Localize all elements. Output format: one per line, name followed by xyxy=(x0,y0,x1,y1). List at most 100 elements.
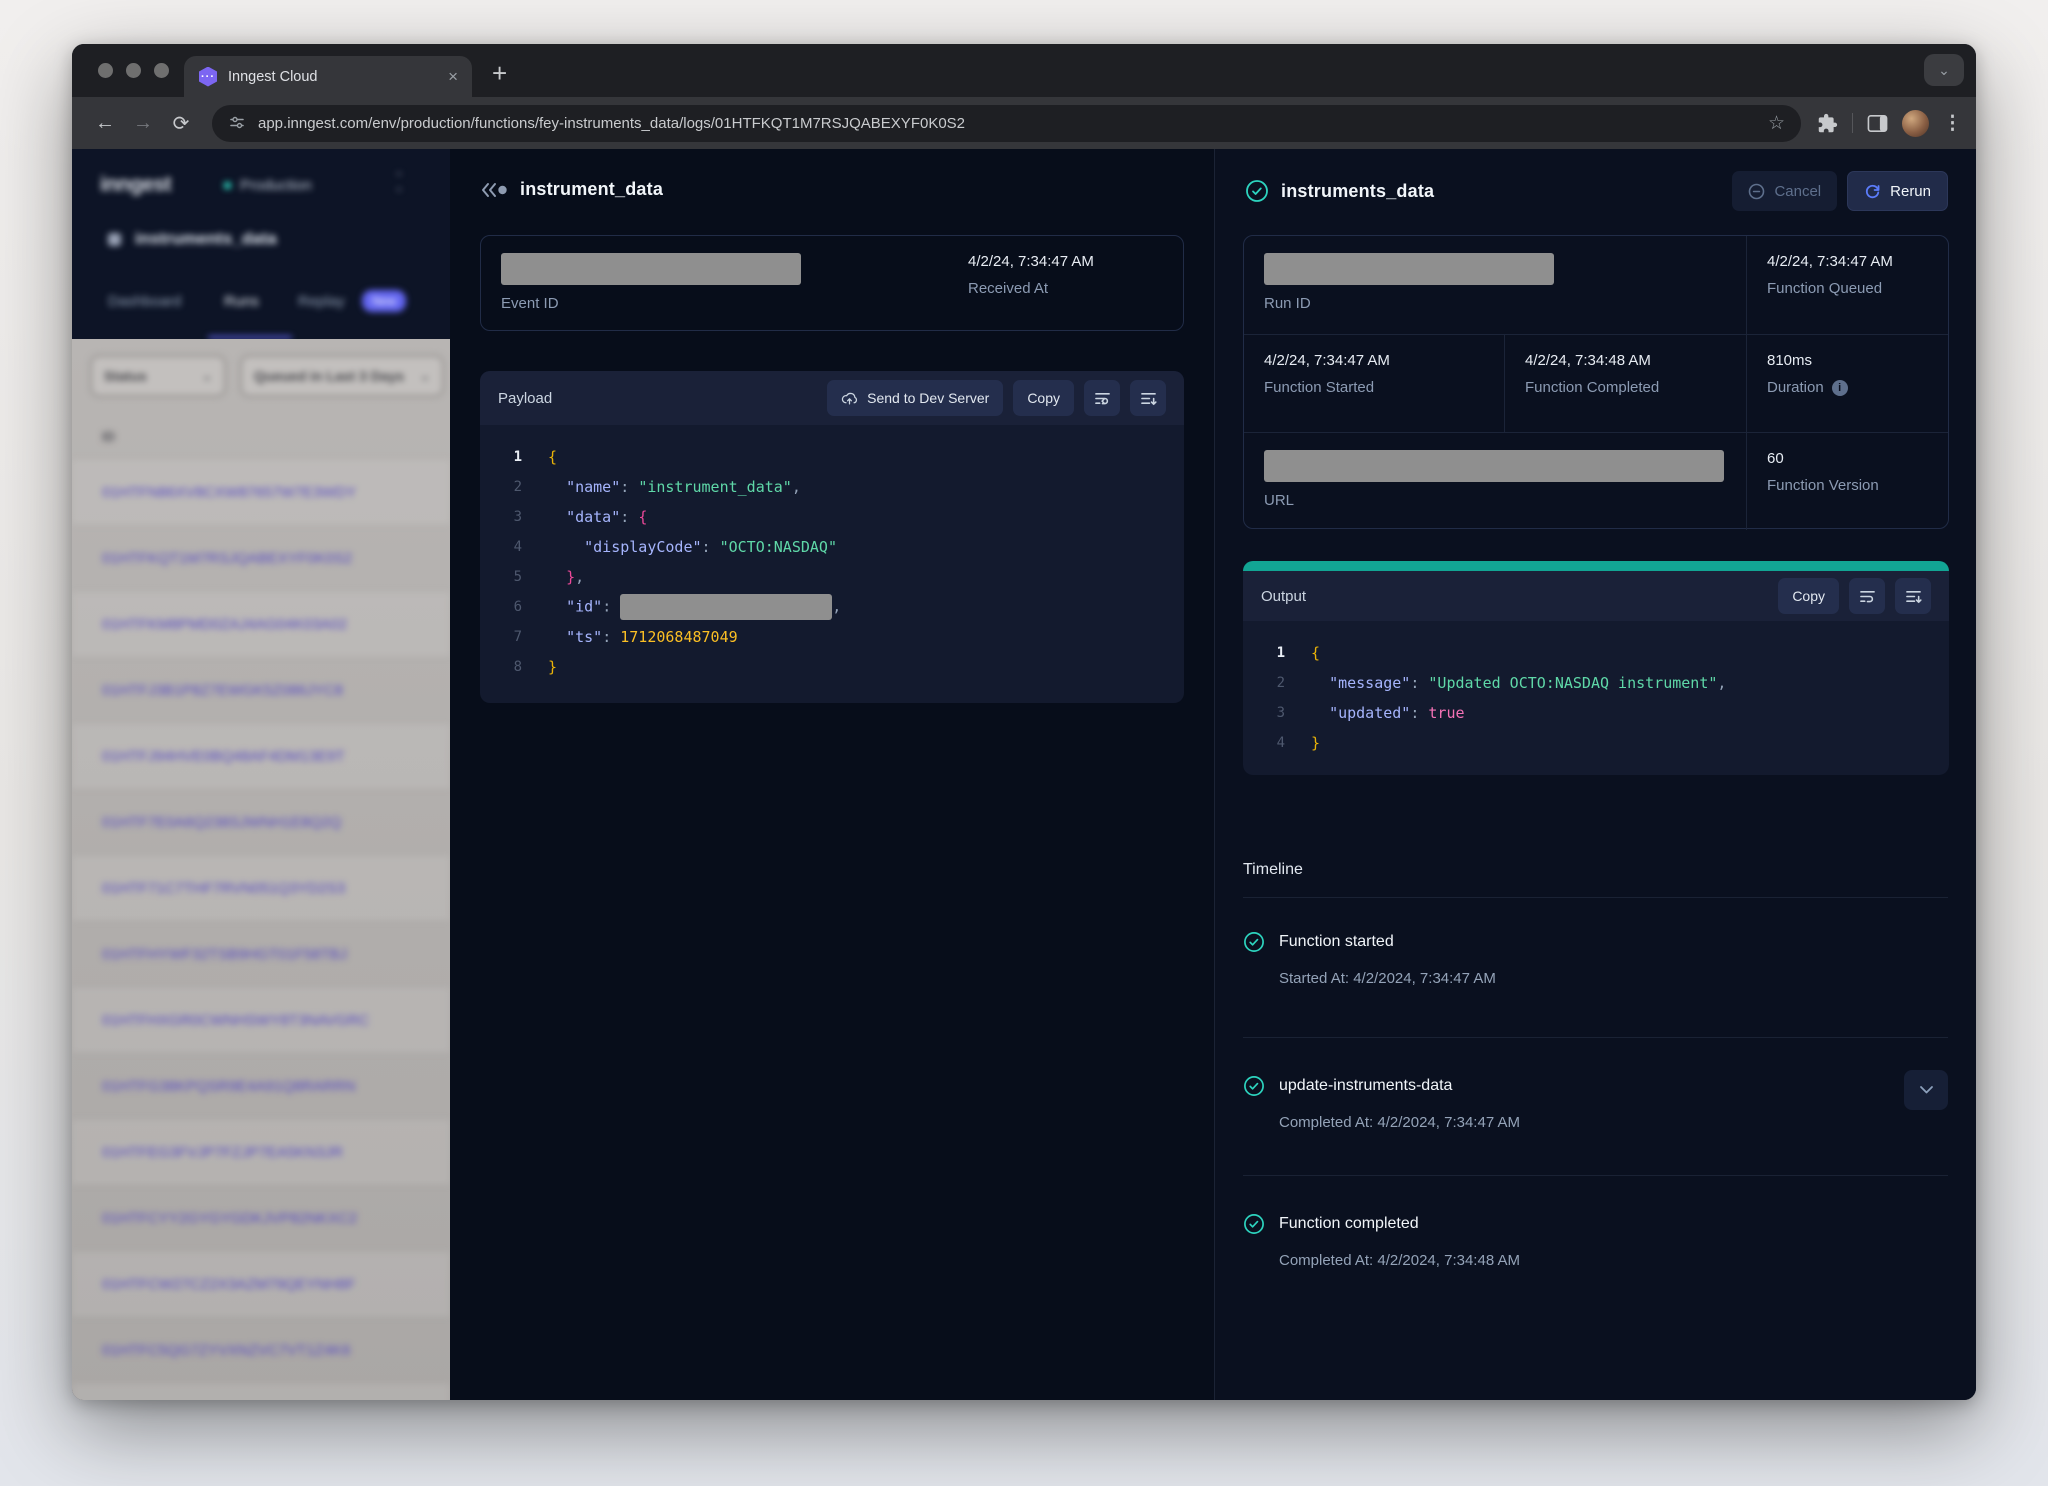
code-token: 1712068487049 xyxy=(620,628,737,646)
browser-tab-strip: ··· Inngest Cloud × + ⌄ xyxy=(72,44,1976,97)
window-traffic-lights[interactable] xyxy=(98,63,169,78)
run-id-list-item[interactable]: 01HTF71C7THF7RVN051Q3YD2S3 xyxy=(72,855,450,921)
run-id-list-item[interactable]: 01HTFJ3B1P8Z7EWGK5Z086JYC8 xyxy=(72,657,450,723)
code-line: 2 "message": "Updated OCTO:NASDAQ instru… xyxy=(1261,668,1931,698)
run-id-list-item[interactable]: 01HTFKM8PMD0ZAJ4AG04K03A02 xyxy=(72,591,450,657)
output-code-block[interactable]: 1{2 "message": "Updated OCTO:NASDAQ inst… xyxy=(1243,621,1949,775)
info-icon[interactable]: i xyxy=(1832,380,1848,396)
duration-label: Duration xyxy=(1767,379,1824,396)
payload-panel: Payload Send to Dev Server Copy xyxy=(480,371,1184,703)
timeline-expand-button[interactable] xyxy=(1904,1070,1948,1110)
code-token: { xyxy=(548,448,557,466)
run-info-card: Run ID 4/2/24, 7:34:47 AM Function Queue… xyxy=(1243,235,1949,529)
event-details-panel: instrument_data Event ID 4/2/24, 7:34:47… xyxy=(450,149,1214,1400)
expand-lines-icon-button[interactable] xyxy=(1895,578,1931,614)
code-token: "OCTO:NASDAQ" xyxy=(720,538,837,556)
run-id-list-item[interactable]: 01HTFG38KPQSR9E4A91Q8RARRN xyxy=(72,1053,450,1119)
payload-title: Payload xyxy=(498,390,552,407)
line-number: 6 xyxy=(498,599,522,615)
run-id-list-item[interactable]: 01HTF7E0A6Q238SJWNH1E8Q2Q xyxy=(72,789,450,855)
env-status-dot xyxy=(224,182,231,189)
run-id-list-item[interactable]: 01HTFCR9KAPQP0R8PZK3MQNMX8 xyxy=(72,1383,450,1400)
received-at-value: 4/2/24, 7:34:47 AM xyxy=(968,253,1163,270)
send-to-dev-server-button[interactable]: Send to Dev Server xyxy=(827,380,1003,416)
cancel-button[interactable]: Cancel xyxy=(1732,171,1837,211)
expand-lines-icon-button[interactable] xyxy=(1130,380,1166,416)
new-tab-button[interactable]: + xyxy=(492,58,507,89)
line-number: 2 xyxy=(1261,675,1285,691)
run-id-list-item[interactable]: 01HTFCW27CZ2X3AZM79QEYNH8F xyxy=(72,1251,450,1317)
timeline-item-timestamp: Completed At: 4/2/2024, 7:34:48 AM xyxy=(1279,1252,1948,1269)
code-token: { xyxy=(638,508,647,526)
check-circle-icon xyxy=(1243,931,1265,953)
site-settings-icon[interactable] xyxy=(228,114,246,132)
function-version-value: 60 xyxy=(1767,450,1928,467)
run-id-list-item[interactable]: 01HTFN86XV8CXW87657W7E3WDY xyxy=(72,459,450,525)
check-circle-icon xyxy=(1243,1213,1265,1235)
tab-close-icon[interactable]: × xyxy=(448,68,458,85)
run-id-list-item[interactable]: 01HTFJ94HVE0BQ48AF4DM13E9T xyxy=(72,723,450,789)
address-bar[interactable]: app.inngest.com/env/production/functions… xyxy=(212,105,1801,142)
code-token xyxy=(548,628,566,646)
payload-copy-button[interactable]: Copy xyxy=(1013,380,1074,416)
browser-toolbar: ← → ⟳ app.inngest.com/env/production/fun… xyxy=(72,97,1976,149)
timeline-item: update-instruments-dataCompleted At: 4/2… xyxy=(1243,1075,1948,1131)
forward-button[interactable]: → xyxy=(124,104,162,142)
run-title: instruments_data xyxy=(1281,181,1434,202)
word-wrap-icon-button[interactable] xyxy=(1849,578,1885,614)
timeline-item: Function completedCompleted At: 4/2/2024… xyxy=(1243,1213,1948,1269)
code-token: , xyxy=(832,598,841,616)
date-range-filter-dropdown[interactable]: Queued in Last 3 Days ⌄ xyxy=(240,355,444,397)
rerun-button[interactable]: Rerun xyxy=(1847,171,1948,211)
function-started-value: 4/2/24, 7:34:47 AM xyxy=(1264,352,1484,369)
wrap-lines-icon xyxy=(1094,391,1111,406)
line-number: 4 xyxy=(1261,735,1285,751)
run-id-list-item[interactable]: 01HTFC5QG7ZYVXNZVC7VT1Z4K6 xyxy=(72,1317,450,1383)
extensions-puzzle-icon[interactable] xyxy=(1817,113,1838,134)
new-badge: New xyxy=(362,290,406,312)
payload-code-block[interactable]: 1{2 "name": "instrument_data",3 "data": … xyxy=(480,425,1184,699)
back-button[interactable]: ← xyxy=(86,104,124,142)
env-switch-icon[interactable]: ⌃⌄ xyxy=(394,173,404,192)
chevron-down-icon: ⌄ xyxy=(406,369,430,383)
output-title: Output xyxy=(1261,588,1306,605)
line-number: 2 xyxy=(498,479,522,495)
tab-replay[interactable]: Replay xyxy=(298,293,345,310)
status-filter-dropdown[interactable]: Status ⌄ xyxy=(90,355,226,397)
expand-lines-icon xyxy=(1140,391,1157,406)
url-redacted-value xyxy=(1264,450,1724,482)
divider xyxy=(1243,897,1948,898)
bookmark-star-icon[interactable]: ☆ xyxy=(1768,112,1785,135)
inngest-logo[interactable]: inngest xyxy=(100,173,171,197)
run-id-list-item[interactable]: 01HTFEG3FVJP7FZJP7EA5KN3JR xyxy=(72,1119,450,1185)
event-icon xyxy=(480,182,508,198)
word-wrap-icon-button[interactable] xyxy=(1084,380,1120,416)
output-copy-button[interactable]: Copy xyxy=(1778,578,1839,614)
redacted-value xyxy=(620,594,832,620)
run-id-list-item[interactable]: 01HTFHXGR0CWNHSWY8T3NAVGRC xyxy=(72,987,450,1053)
browser-tab[interactable]: ··· Inngest Cloud × xyxy=(184,56,472,97)
code-line: 8} xyxy=(498,652,1166,682)
reload-button[interactable]: ⟳ xyxy=(162,104,200,142)
profile-avatar[interactable] xyxy=(1902,110,1929,137)
environment-selector[interactable]: Production xyxy=(224,177,312,194)
code-token: : xyxy=(1410,704,1428,722)
url-text[interactable]: app.inngest.com/env/production/functions… xyxy=(258,115,1758,132)
run-id-list-item[interactable]: 01HTFKQT1M7RSJQABEXYF0K0S2 xyxy=(72,525,450,591)
run-id-list-item[interactable]: 01HTFCYY2GYGYGDKJVP82NKXC2 xyxy=(72,1185,450,1251)
code-line: 6 "id": , xyxy=(498,592,1166,622)
tab-runs[interactable]: Runs xyxy=(224,293,259,310)
code-token: true xyxy=(1428,704,1464,722)
timeline-item: Function startedStarted At: 4/2/2024, 7:… xyxy=(1243,931,1948,987)
code-token: , xyxy=(792,478,801,496)
side-panel-icon[interactable] xyxy=(1867,114,1888,133)
code-token xyxy=(548,478,566,496)
line-number: 8 xyxy=(498,659,522,675)
function-queued-label: Function Queued xyxy=(1767,280,1928,297)
tab-search-chevron-icon[interactable]: ⌄ xyxy=(1924,54,1964,86)
tab-dashboard[interactable]: Dashboard xyxy=(108,293,181,310)
run-id-list-item[interactable]: 01HTFHYWF32TSB9HGT01F58TBJ xyxy=(72,921,450,987)
sidebar-header: inngest Production ⌃⌄ instruments_data D… xyxy=(72,149,450,339)
code-token: : xyxy=(702,538,720,556)
browser-menu-icon[interactable]: ⋮ xyxy=(1943,112,1962,135)
